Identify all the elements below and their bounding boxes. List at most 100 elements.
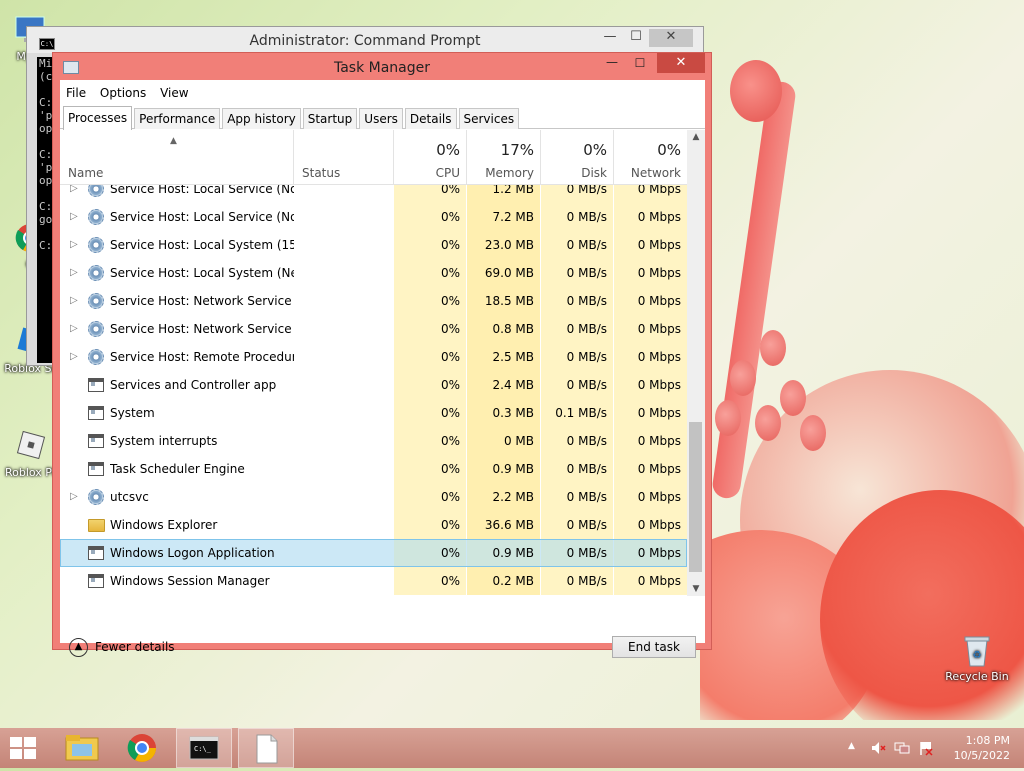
expand-chevron-icon[interactable]: ▷ — [70, 231, 80, 259]
process-row[interactable]: Services and Controller app 0% 2.4 MB 0 MB/… — [60, 371, 687, 399]
start-button[interactable] — [10, 737, 38, 761]
scroll-down-arrow[interactable]: ▼ — [687, 584, 705, 594]
tab-users[interactable]: Users — [359, 108, 403, 129]
process-network: 0 Mbps — [614, 343, 687, 371]
process-status — [300, 315, 390, 343]
action-center-flag-icon[interactable] — [918, 740, 934, 756]
desktop-icon-roblox-player[interactable]: Roblox Pl — [0, 428, 60, 479]
task-manager-titlebar[interactable]: Task Manager — ☐ ✕ — [53, 53, 711, 79]
window-app-icon — [88, 377, 104, 393]
process-row[interactable]: Task Scheduler Engine 0% 0.9 MB 0 MB/s 0 Mbp… — [60, 455, 687, 483]
menu-view[interactable]: View — [160, 86, 188, 100]
taskbar-chrome[interactable] — [114, 728, 170, 768]
expand-chevron-icon[interactable]: ▷ — [70, 259, 80, 287]
volume-muted-icon[interactable] — [870, 740, 886, 756]
window-app-icon — [88, 405, 104, 421]
process-disk: 0 MB/s — [541, 315, 613, 343]
clock[interactable]: 1:08 PM 10/5/2022 — [954, 733, 1010, 763]
process-disk: 0 MB/s — [541, 287, 613, 315]
process-memory: 0.9 MB — [467, 455, 540, 483]
vertical-scrollbar[interactable]: ▲ ▼ — [687, 130, 705, 596]
cmd-maximize-button[interactable]: ☐ — [623, 29, 649, 47]
process-memory: 2.4 MB — [467, 371, 540, 399]
memory-total-percent: 17% — [500, 141, 534, 159]
tab-startup[interactable]: Startup — [302, 108, 358, 129]
process-row[interactable]: ▷ Service Host: Local System (Net... 0% 69.… — [60, 259, 687, 287]
process-row[interactable]: System 0% 0.3 MB 0.1 MB/s 0 Mbps — [60, 399, 687, 427]
taskbar-file-explorer[interactable] — [54, 728, 110, 768]
taskbar-notepad[interactable] — [238, 728, 294, 768]
show-hidden-icons-button[interactable]: ▲ — [848, 741, 855, 751]
process-row[interactable]: System interrupts 0% 0 MB 0 MB/s 0 Mbps — [60, 427, 687, 455]
minimize-button[interactable]: — — [599, 55, 625, 73]
desktop-icon-recycle-bin[interactable]: ♻ Recycle Bin — [944, 632, 1010, 683]
tab-services[interactable]: Services — [458, 108, 520, 129]
process-disk: 0 MB/s — [541, 185, 613, 203]
process-status — [300, 231, 390, 259]
tab-app-history[interactable]: App history — [222, 108, 301, 129]
scroll-thumb[interactable] — [689, 422, 702, 572]
process-cpu: 0% — [394, 287, 466, 315]
column-header-network[interactable]: 0% Network — [614, 130, 687, 185]
process-row[interactable]: ▷ Service Host: Local System (15) 0% 23.0 M… — [60, 231, 687, 259]
expand-chevron-icon[interactable]: ▷ — [70, 203, 80, 231]
tab-processes[interactable]: Processes — [63, 106, 133, 130]
expand-chevron-icon[interactable]: ▷ — [70, 343, 80, 371]
menu-options[interactable]: Options — [100, 86, 146, 100]
expand-chevron-icon[interactable]: ▷ — [70, 185, 80, 203]
clock-time: 1:08 PM — [965, 734, 1010, 747]
process-row[interactable]: ▷ Service Host: Network Service (5) 0% 18.5… — [60, 287, 687, 315]
column-header-cpu[interactable]: 0% CPU — [394, 130, 467, 185]
cmd-titlebar[interactable]: C:\ Administrator: Command Prompt — ☐ ✕ — [27, 27, 703, 53]
process-row[interactable]: ▷ Service Host: Local Service (No I... 0%1… — [60, 185, 687, 203]
column-header-disk[interactable]: 0% Disk — [541, 130, 614, 185]
column-label-status: Status — [302, 166, 341, 180]
process-status — [300, 511, 390, 539]
process-memory: 2.5 MB — [467, 343, 540, 371]
window-app-icon — [88, 461, 104, 477]
process-network: 0 Mbps — [614, 511, 687, 539]
process-row[interactable]: Windows Session Manager 0% 0.2 MB 0 MB/s 0 M… — [60, 567, 687, 595]
process-disk: 0 MB/s — [541, 567, 613, 595]
svg-text:C:\_: C:\_ — [194, 745, 212, 753]
tab-details[interactable]: Details — [404, 108, 457, 129]
column-header-name[interactable]: ▲ Name — [60, 130, 294, 185]
service-gear-icon — [88, 321, 104, 337]
process-cpu: 0% — [394, 185, 466, 203]
expand-chevron-icon[interactable]: ▷ — [70, 287, 80, 315]
taskbar: C:\_ ▲ 1:08 PM 10/5/2022 — [0, 728, 1024, 768]
taskbar-command-prompt[interactable]: C:\_ — [176, 728, 232, 768]
network-total-percent: 0% — [657, 141, 681, 159]
maximize-button[interactable]: ☐ — [627, 55, 653, 73]
process-status — [300, 185, 390, 203]
column-header-memory[interactable]: 17% Memory — [467, 130, 541, 185]
process-row[interactable]: ▷ Service Host: Local Service (No ... 0% 7.… — [60, 203, 687, 231]
process-cpu: 0% — [394, 483, 466, 511]
cmd-minimize-button[interactable]: — — [597, 29, 623, 47]
task-manager-window[interactable]: Task Manager — ☐ ✕ File Options View Pro… — [52, 52, 712, 658]
close-button[interactable]: ✕ — [657, 53, 705, 73]
tab-performance[interactable]: Performance — [134, 108, 221, 129]
scroll-up-arrow[interactable]: ▲ — [687, 132, 705, 142]
process-row[interactable]: Windows Logon Application 0% 0.9 MB 0 MB/s 0… — [60, 539, 687, 567]
expand-chevron-icon[interactable]: ▷ — [70, 315, 80, 343]
process-row[interactable]: ▷ Service Host: Network Service (... 0% 0.8… — [60, 315, 687, 343]
end-task-button[interactable]: End task — [612, 636, 696, 658]
network-icon[interactable] — [894, 740, 910, 756]
process-row[interactable]: ▷ Service Host: Remote Procedure... 0%2.5 … — [60, 343, 687, 371]
fewer-details-label: Fewer details — [95, 640, 175, 654]
process-memory: 69.0 MB — [467, 259, 540, 287]
process-status — [300, 203, 390, 231]
process-row[interactable]: ▷ utcsvc 0% 2.2 MB 0 MB/s 0 Mbps — [60, 483, 687, 511]
process-disk: 0 MB/s — [541, 231, 613, 259]
menu-file[interactable]: File — [66, 86, 86, 100]
expand-chevron-icon[interactable]: ▷ — [70, 483, 80, 511]
process-cpu: 0% — [394, 427, 466, 455]
process-disk: 0 MB/s — [541, 203, 613, 231]
service-gear-icon — [88, 265, 104, 281]
process-row[interactable]: Windows Explorer 0% 36.6 MB 0 MB/s 0 Mbps — [60, 511, 687, 539]
process-status — [300, 567, 390, 595]
expand-chevron-icon — [70, 511, 80, 539]
column-header-status[interactable]: Status — [294, 130, 394, 185]
cmd-close-button[interactable]: ✕ — [649, 29, 693, 47]
